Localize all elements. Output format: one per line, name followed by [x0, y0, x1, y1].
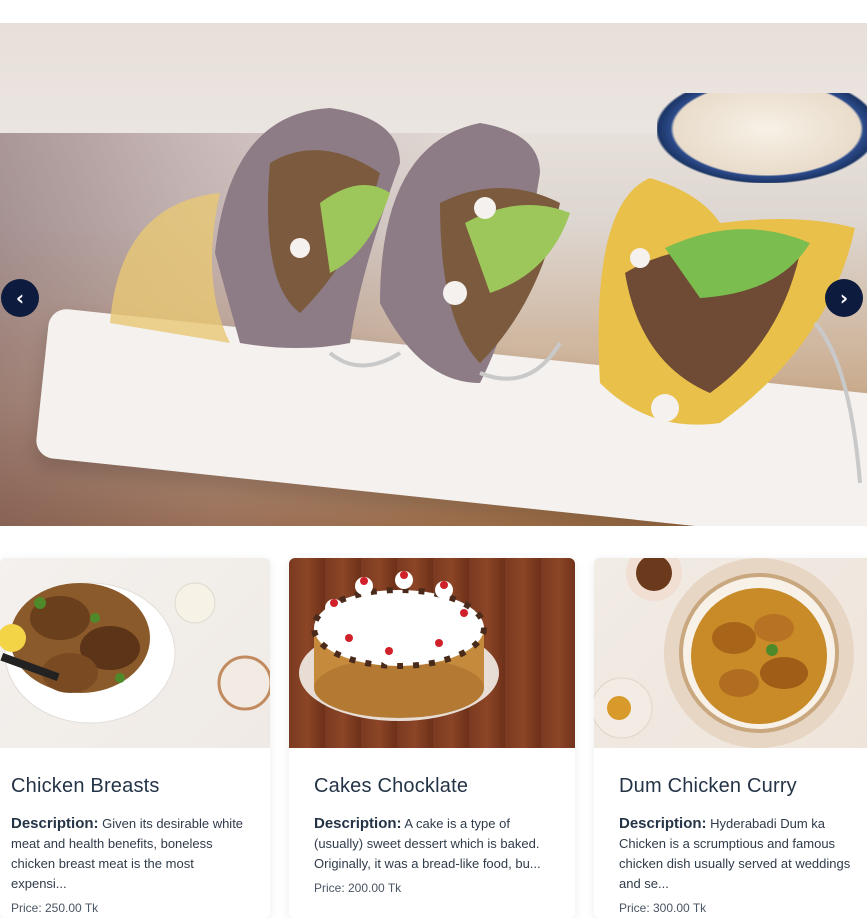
food-card-price: Price: 200.00 Tk	[314, 881, 402, 895]
food-card-title: Cakes Chocklate	[314, 775, 469, 797]
chevron-right-icon: ›	[839, 286, 849, 310]
chocolate-cake-photo	[299, 571, 499, 721]
food-card-image	[289, 558, 575, 748]
food-card-description: Description: Hyderabadi Dum ka Chicken i…	[619, 814, 864, 894]
description-label: Description:	[11, 815, 99, 832]
chevron-left-icon: ‹	[15, 286, 25, 310]
chicken-breasts-photo	[0, 582, 270, 724]
food-card[interactable]: Cakes Chocklate Description: A cake is a…	[289, 558, 575, 918]
carousel-prev-button[interactable]: ‹	[1, 279, 39, 317]
food-card[interactable]: Dum Chicken Curry Description: Hyderabad…	[594, 558, 867, 918]
food-card-title: Dum Chicken Curry	[619, 775, 797, 797]
food-card-description: Description: A cake is a type of (usuall…	[314, 814, 555, 874]
dum-chicken-curry-photo	[594, 558, 854, 748]
description-label: Description:	[619, 815, 707, 832]
carousel-next-button[interactable]: ›	[825, 279, 863, 317]
food-card-image	[594, 558, 867, 748]
hero-carousel: ‹ ›	[0, 23, 867, 526]
food-card-image	[0, 558, 270, 748]
hero-tacos-image	[110, 108, 862, 484]
food-card-description: Description: Given its desirable white m…	[11, 814, 250, 894]
description-label: Description:	[314, 815, 402, 832]
food-card[interactable]: Chicken Breasts Description: Given its d…	[0, 558, 270, 918]
food-card-title: Chicken Breasts	[11, 775, 160, 797]
